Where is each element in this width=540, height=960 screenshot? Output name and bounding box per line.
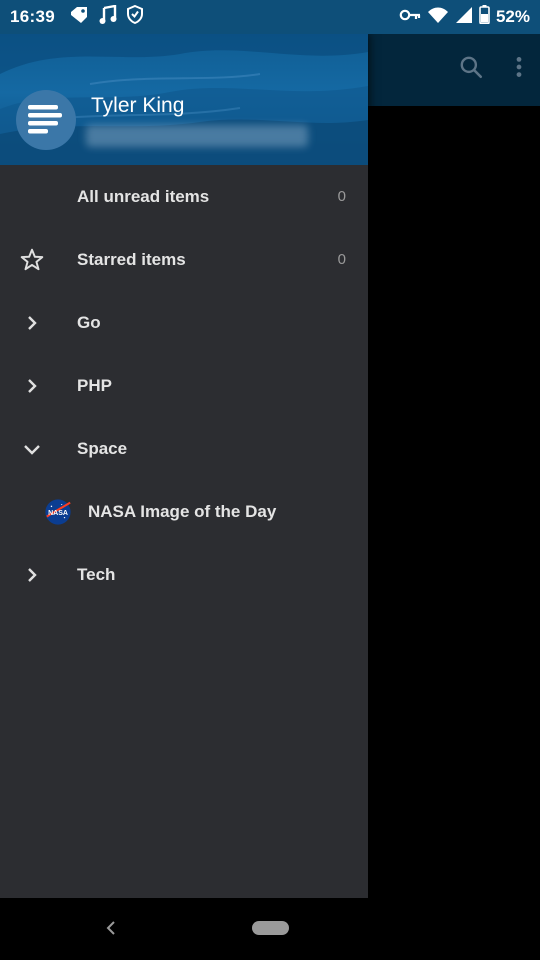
chevron-right-icon[interactable] — [18, 372, 46, 400]
user-name: Tyler King — [91, 94, 185, 117]
screen: 16:39 52% Tyler King All unread items 0 … — [0, 0, 540, 960]
menu-item-php[interactable]: PHP — [0, 354, 368, 417]
battery-percent: 52% — [495, 7, 530, 26]
chevron-right-icon[interactable] — [18, 309, 46, 337]
menu-item-label: Starred items — [77, 249, 186, 269]
unread-count: 0 — [337, 188, 346, 205]
cell-signal-icon — [455, 6, 473, 29]
menu-item-label: Space — [77, 438, 128, 458]
user-email-redacted — [86, 125, 308, 147]
menu-item-label: PHP — [77, 375, 112, 395]
avatar[interactable] — [16, 90, 76, 150]
menu-item-tech[interactable]: Tech — [0, 543, 368, 606]
menu-item-label: All unread items — [77, 186, 210, 206]
menu-item-label: Go — [77, 312, 101, 332]
starred-count: 0 — [337, 251, 346, 268]
home-pill[interactable] — [252, 921, 289, 935]
navigation-drawer: Tyler King All unread items 0 Starred it… — [0, 34, 368, 898]
battery-icon — [479, 5, 490, 29]
nasa-logo-icon: NASA — [44, 498, 72, 526]
menu-item-nasa-image-of-the-day[interactable]: NASA NASA Image of the Day — [0, 480, 368, 543]
chevron-right-icon[interactable] — [18, 561, 46, 589]
menu-item-label: NASA Image of the Day — [88, 501, 277, 521]
status-system-icons: 52% — [399, 5, 530, 29]
status-bar: 16:39 52% — [0, 0, 540, 34]
tag-icon — [69, 6, 89, 29]
back-icon[interactable] — [104, 920, 118, 941]
nasa-logo-text: NASA — [48, 510, 68, 517]
chevron-down-icon[interactable] — [18, 435, 46, 463]
menu-item-all-unread[interactable]: All unread items 0 — [0, 165, 368, 228]
star-outline-icon — [18, 246, 46, 274]
status-notification-icons — [69, 4, 143, 30]
menu-item-space[interactable]: Space — [0, 417, 368, 480]
menu-item-go[interactable]: Go — [0, 291, 368, 354]
shield-icon — [126, 4, 143, 29]
menu-item-starred[interactable]: Starred items 0 — [0, 228, 368, 291]
music-note-icon — [99, 4, 117, 30]
system-nav-bar — [0, 898, 540, 960]
wifi-icon — [427, 6, 449, 29]
vpn-key-icon — [399, 8, 421, 27]
drawer-menu: All unread items 0 Starred items 0 Go PH… — [0, 165, 368, 606]
status-time: 16:39 — [10, 7, 55, 26]
menu-item-label: Tech — [77, 564, 116, 584]
drawer-header: Tyler King — [0, 34, 368, 165]
reader-logo-icon — [28, 105, 62, 134]
